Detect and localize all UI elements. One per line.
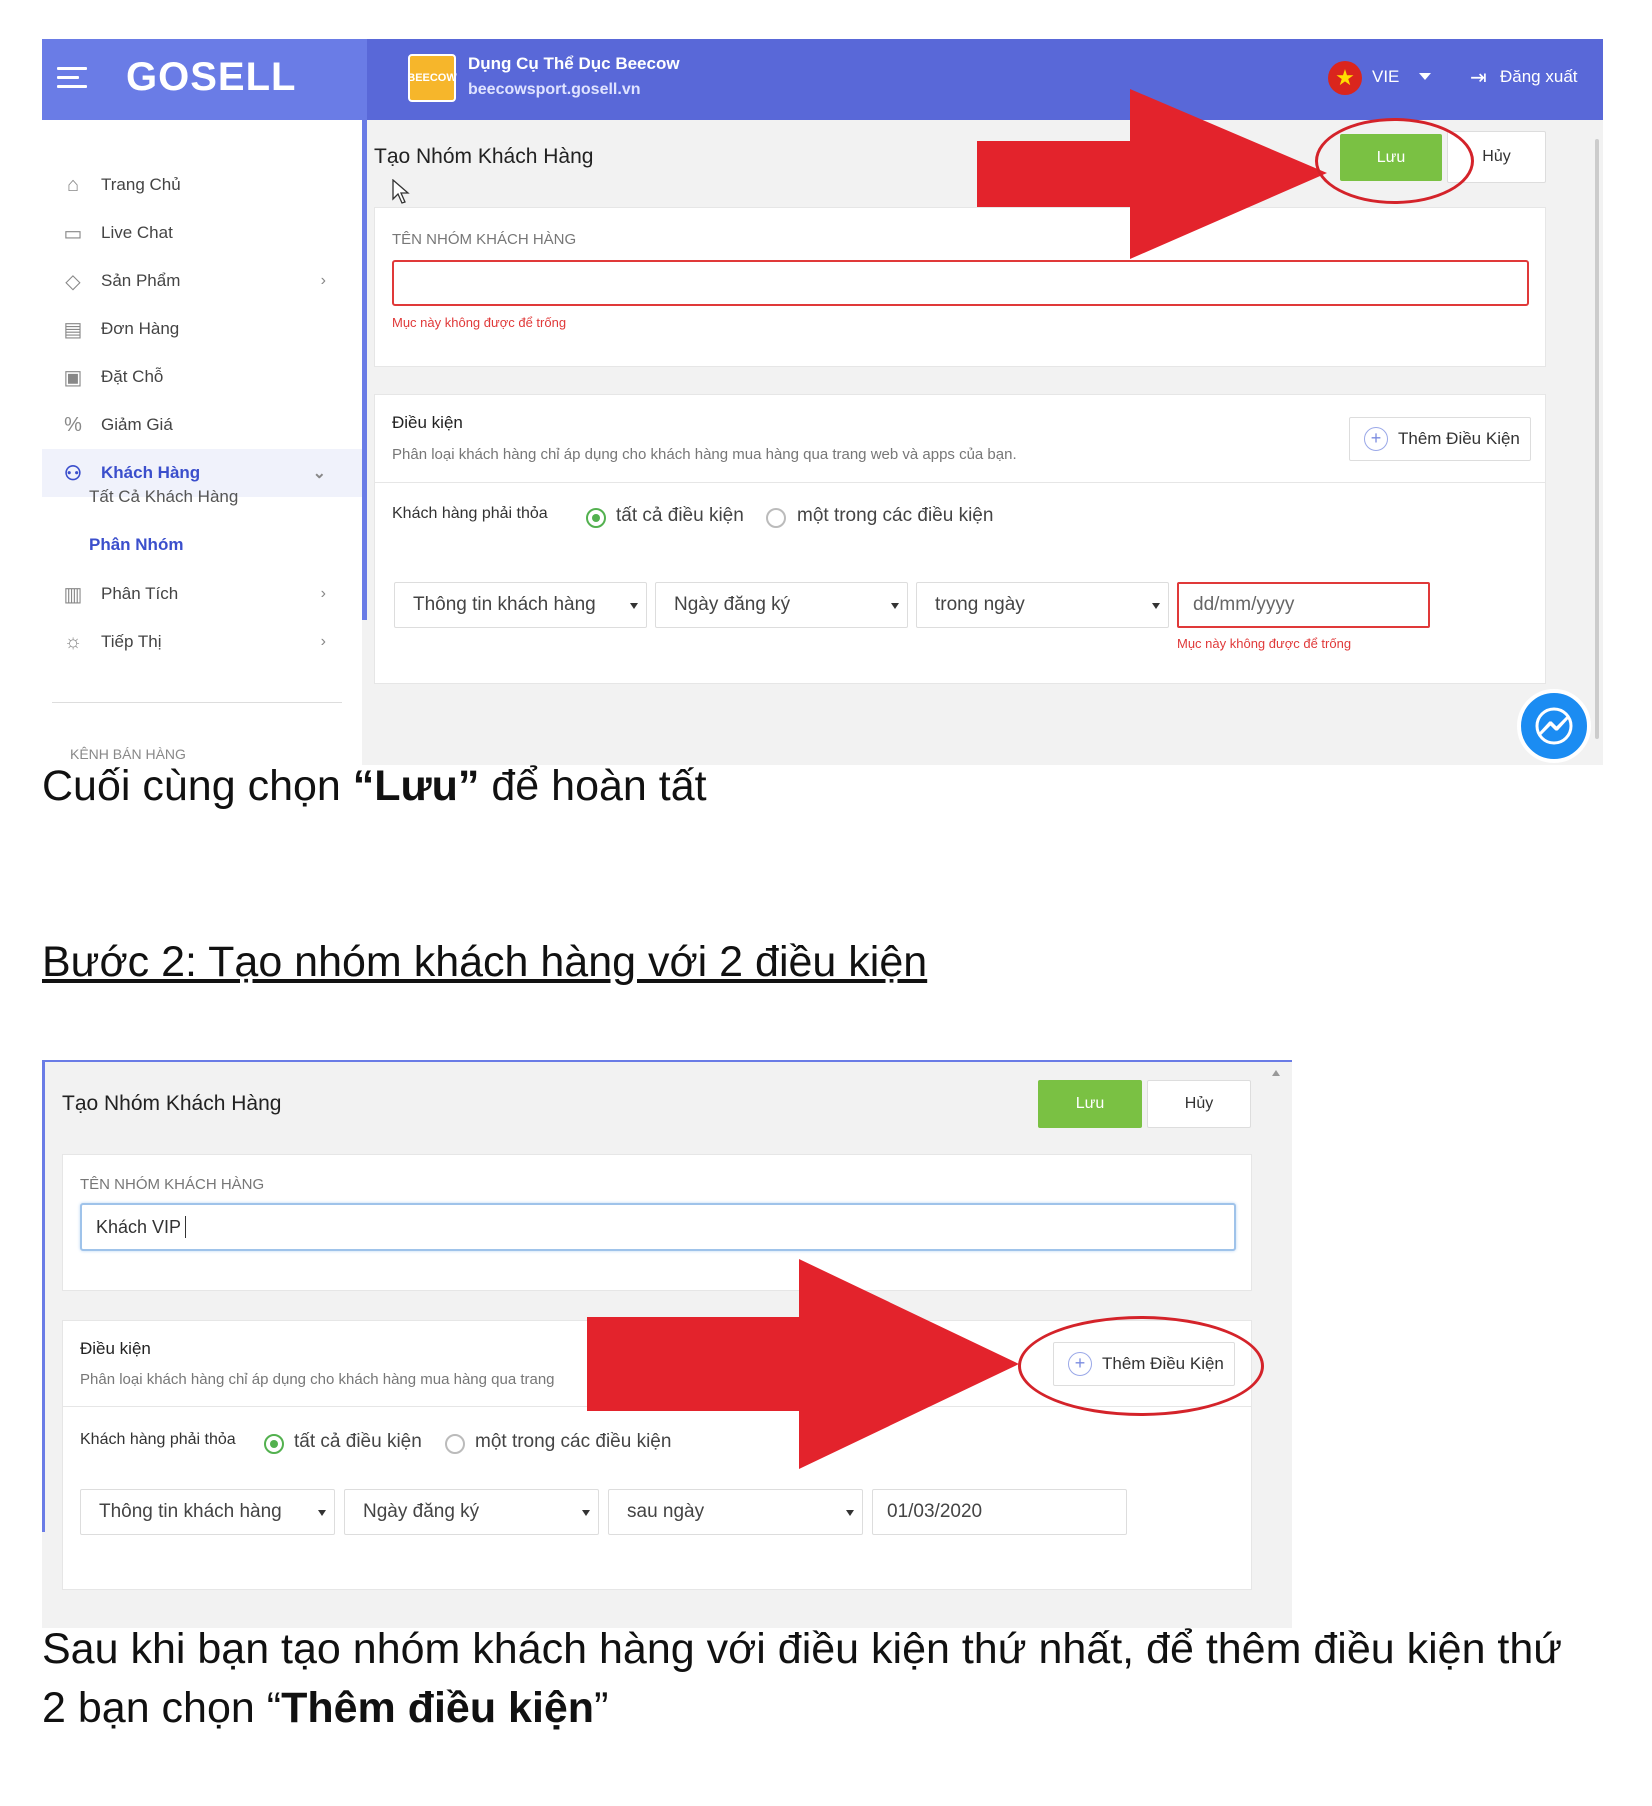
radio-all-label[interactable]: tất cả điều kiện [616, 505, 744, 527]
step2-heading: Bước 2: Tạo nhóm khách hàng với 2 điều k… [42, 938, 928, 986]
radio-all-conditions[interactable] [586, 508, 606, 528]
caret-down-icon [318, 1510, 326, 1516]
group-name-label: TÊN NHÓM KHÁCH HÀNG [80, 1176, 265, 1193]
group-name-input[interactable] [392, 260, 1529, 306]
topbar-brand-area: GOSELL [42, 39, 367, 120]
shop-url[interactable]: beecowsport.gosell.vn [468, 81, 640, 99]
messenger-icon[interactable] [1517, 689, 1591, 763]
group-name-label: TÊN NHÓM KHÁCH HÀNG [392, 231, 577, 248]
caret-down-icon [891, 603, 899, 609]
condition-operator-select[interactable]: sau ngày [608, 1489, 863, 1535]
must-satisfy-label: Khách hàng phải thỏa [80, 1431, 236, 1448]
caption-step1: Cuối cùng chọn “Lưu” để hoàn tất [42, 762, 707, 810]
sidebar-item-products[interactable]: ◇ Sản Phẩm › [42, 257, 362, 305]
condition-date-error: Mục này không được để trống [1177, 636, 1352, 651]
sidebar-divider [52, 702, 342, 703]
group-name-error: Mục này không được để trống [392, 315, 567, 330]
chevron-right-icon: › [320, 272, 326, 289]
screenshot-create-group-filled: Tạo Nhóm Khách Hàng Lưu Hủy TÊN NHÓM KHÁ… [42, 1060, 1292, 1628]
add-condition-button[interactable]: + Thêm Điều Kiện [1349, 417, 1531, 461]
must-satisfy-label: Khách hàng phải thỏa [392, 505, 548, 522]
receipt-icon: ▤ [63, 318, 83, 341]
sidebar-item-marketing[interactable]: ☼ Tiếp Thị › [42, 618, 362, 666]
caret-down-icon [582, 1510, 590, 1516]
radio-any-condition[interactable] [445, 1434, 465, 1454]
scroll-up-arrow-icon[interactable] [1272, 1070, 1280, 1076]
sidebar-item-analytics[interactable]: ▥ Phân Tích › [42, 570, 362, 618]
caret-down-icon [846, 1510, 854, 1516]
conditions-description: Phân loại khách hàng chỉ áp dụng cho khá… [80, 1371, 555, 1388]
chevron-right-icon: › [320, 585, 326, 602]
screenshot-create-group-empty: GOSELL BEECOW Dụng Cụ Thể Dục Beecow bee… [42, 39, 1603, 765]
condition-field-select[interactable]: Thông tin khách hàng [80, 1489, 335, 1535]
bulb-icon: ☼ [63, 630, 83, 653]
logout-icon[interactable]: ⇥ [1470, 65, 1487, 90]
condition-field-select[interactable]: Thông tin khách hàng [394, 582, 647, 628]
chevron-right-icon: › [320, 633, 326, 650]
chat-icon: ▭ [63, 222, 83, 245]
home-icon: ⌂ [66, 173, 80, 196]
language-selector[interactable]: VIE [1372, 67, 1399, 87]
save-button[interactable]: Lưu [1038, 1080, 1142, 1128]
sidebar-item-discounts[interactable]: % Giảm Giá [42, 401, 362, 449]
chevron-down-icon: ⌄ [312, 465, 326, 482]
content-left-accent [42, 1062, 45, 1532]
percent-icon: % [64, 413, 82, 436]
users-icon: ⚇ [64, 462, 82, 485]
condition-attribute-select[interactable]: Ngày đăng ký [655, 582, 908, 628]
conditions-divider [375, 482, 1545, 483]
shop-name: Dụng Cụ Thể Dục Beecow [468, 54, 680, 73]
condition-attribute-select[interactable]: Ngày đăng ký [344, 1489, 599, 1535]
caption-step2-line1: Sau khi bạn tạo nhóm khách hàng với điều… [42, 1625, 1563, 1673]
sidebar-subitem-segments[interactable]: Phân Nhóm [89, 535, 183, 555]
radio-any-label[interactable]: một trong các điều kiện [797, 505, 993, 527]
sidebar-item-live-chat[interactable]: ▭ Live Chat [42, 209, 362, 257]
hamburger-menu-icon[interactable] [57, 67, 87, 89]
caret-down-icon [630, 603, 638, 609]
plus-circle-icon: + [1364, 427, 1388, 451]
sidebar-item-reservations[interactable]: ▣ Đặt Chỗ [42, 353, 362, 401]
mouse-cursor-icon [392, 179, 410, 204]
chart-icon: ▥ [63, 583, 83, 606]
radio-all-conditions[interactable] [264, 1434, 284, 1454]
condition-date-input[interactable]: dd/mm/yyyy [1177, 582, 1430, 628]
sidebar-item-orders[interactable]: ▤ Đơn Hàng [42, 305, 362, 353]
text-caret [185, 1216, 187, 1238]
calendar-icon: ▣ [63, 366, 83, 389]
caret-down-icon [1152, 603, 1160, 609]
conditions-title: Điều kiện [80, 1339, 151, 1358]
logout-button[interactable]: Đăng xuất [1500, 67, 1578, 87]
page-title: Tạo Nhóm Khách Hàng [62, 1092, 282, 1115]
red-arrow-annotation [977, 89, 1327, 259]
caret-down-icon[interactable] [1419, 73, 1431, 80]
conditions-title: Điều kiện [392, 413, 463, 432]
conditions-description: Phân loại khách hàng chỉ áp dụng cho khá… [392, 446, 1017, 463]
sidebar-item-home[interactable]: ⌂ Trang Chủ [42, 161, 362, 209]
sidebar-scroll-accent [362, 120, 367, 620]
caption-step2-line2: 2 bạn chọn “Thêm điều kiện” [42, 1684, 609, 1732]
cancel-button[interactable]: Hủy [1147, 1080, 1251, 1128]
vietnam-flag-icon[interactable]: ★ [1328, 61, 1362, 95]
sales-channel-label: KÊNH BÁN HÀNG [70, 746, 186, 762]
gosell-logo: GOSELL [126, 55, 297, 99]
condition-operator-select[interactable]: trong ngày [916, 582, 1169, 628]
page-title: Tạo Nhóm Khách Hàng [374, 145, 594, 168]
group-name-input[interactable]: Khách VIP [80, 1203, 1236, 1251]
radio-any-condition[interactable] [766, 508, 786, 528]
sidebar-subitem-all-customers[interactable]: Tất Cả Khách Hàng [89, 487, 238, 507]
radio-all-label[interactable]: tất cả điều kiện [294, 1431, 422, 1453]
condition-date-input[interactable]: 01/03/2020 [872, 1489, 1127, 1535]
shop-logo-icon: BEECOW [407, 54, 457, 102]
red-arrow-annotation [587, 1259, 1019, 1469]
red-circle-annotation [1315, 118, 1474, 204]
tag-icon: ◇ [65, 270, 81, 293]
red-circle-annotation [1018, 1316, 1264, 1416]
scrollbar[interactable] [1595, 139, 1599, 739]
